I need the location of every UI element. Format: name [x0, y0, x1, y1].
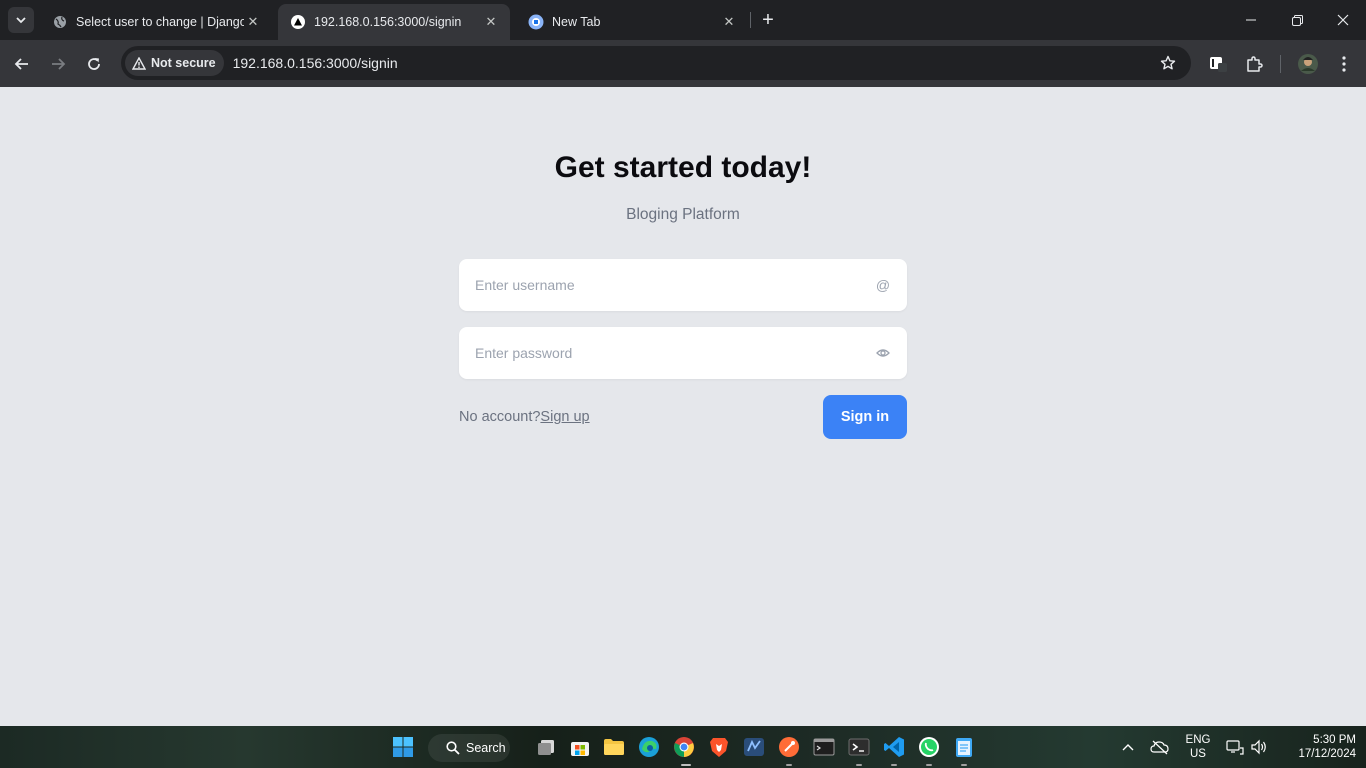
close-icon[interactable]: ✕ [720, 13, 738, 31]
reload-button[interactable] [81, 51, 107, 77]
tab-signin[interactable]: 192.168.0.156:3000/signin ✕ [278, 4, 510, 40]
page-subtitle: Bloging Platform [626, 206, 740, 223]
signup-link[interactable]: Sign up [540, 409, 589, 425]
tab-strip: Select user to change | Django site admi… [0, 0, 1366, 40]
taskbar-search[interactable]: Search [428, 734, 510, 762]
volume-icon[interactable] [1245, 733, 1273, 761]
browser-toolbar: Not secure 192.168.0.156:3000/signin [0, 40, 1366, 87]
puzzle-extensions-icon[interactable] [1241, 51, 1267, 77]
close-icon [1337, 14, 1349, 26]
vscode-icon[interactable] [880, 733, 908, 761]
tab-title: 192.168.0.156:3000/signin [314, 15, 462, 29]
running-indicator [891, 764, 897, 766]
reload-icon [88, 58, 100, 70]
password-field [459, 327, 907, 379]
language-indicator[interactable]: ENG US [1182, 733, 1214, 761]
postman-icon[interactable] [775, 733, 803, 761]
restore-button[interactable] [1274, 0, 1320, 40]
microsoft-store-icon[interactable] [566, 733, 594, 761]
url-text[interactable]: 192.168.0.156:3000/signin [233, 55, 1153, 71]
security-indicator[interactable]: Not secure [125, 50, 224, 76]
close-icon[interactable]: ✕ [482, 13, 500, 31]
vpn-app-icon[interactable] [740, 733, 768, 761]
warning-icon [132, 56, 146, 70]
tab-new-tab[interactable]: New Tab ✕ [516, 4, 748, 40]
clock-time: 5:30 PM [1313, 734, 1356, 746]
task-view-icon[interactable] [532, 733, 560, 761]
profile-avatar[interactable] [1295, 51, 1321, 77]
toolbar-divider [1280, 55, 1281, 73]
globe-icon [52, 14, 68, 30]
chrome-newtab-icon [528, 14, 544, 30]
security-label: Not secure [151, 56, 216, 70]
command-prompt-icon[interactable] [810, 733, 838, 761]
forward-button[interactable] [45, 51, 71, 77]
tab-divider [750, 12, 751, 28]
new-tab-button[interactable]: + [758, 9, 778, 31]
running-indicator [856, 764, 862, 766]
chrome-icon[interactable] [670, 733, 698, 761]
clock[interactable]: 5:30 PM 17/12/2024 [1276, 733, 1356, 761]
tab-search-button[interactable] [8, 7, 34, 33]
search-icon [446, 741, 460, 755]
whatsapp-icon[interactable] [915, 733, 943, 761]
tab-django-admin[interactable]: Select user to change | Django site admi… [40, 4, 272, 40]
restore-icon [1291, 14, 1303, 26]
tab-title: Select user to change | Django site admi… [76, 15, 244, 29]
kebab-menu-icon[interactable] [1331, 51, 1357, 77]
arrow-left-icon [14, 58, 28, 70]
search-label: Search [466, 741, 506, 755]
triangle-logo-icon [290, 14, 306, 30]
running-indicator [926, 764, 932, 766]
password-input[interactable] [459, 327, 907, 379]
username-input[interactable] [459, 259, 907, 311]
close-window-button[interactable] [1320, 0, 1366, 40]
running-indicator [786, 764, 792, 766]
windows-start-icon[interactable] [389, 733, 417, 761]
minimize-icon [1246, 19, 1256, 21]
edge-browser-icon[interactable] [635, 733, 663, 761]
page-title: Get started today! [554, 151, 812, 184]
language-line1: ENG [1185, 734, 1211, 746]
brave-browser-icon[interactable] [705, 733, 733, 761]
signin-button[interactable]: Sign in [823, 395, 907, 439]
chevron-down-icon [16, 17, 26, 24]
windows-taskbar: Search ENG US 5:30 PM 17/12/2024 [0, 726, 1366, 768]
file-explorer-icon[interactable] [600, 733, 628, 761]
notepad-icon[interactable] [950, 733, 978, 761]
address-bar[interactable]: Not secure 192.168.0.156:3000/signin [121, 46, 1191, 80]
clock-date: 17/12/2024 [1298, 748, 1356, 760]
no-account-text: No account? [459, 409, 541, 425]
arrow-right-icon [52, 58, 66, 70]
running-indicator [961, 764, 967, 766]
username-field: @ [459, 259, 907, 311]
at-sign-icon: @ [875, 277, 891, 293]
chevron-up-icon[interactable] [1114, 733, 1142, 761]
no-account-prompt: No account?Sign up [459, 409, 590, 425]
minimize-button[interactable] [1228, 0, 1274, 40]
onedrive-offline-icon[interactable] [1146, 733, 1174, 761]
running-indicator [681, 764, 691, 766]
extension-pinned-icon[interactable] [1205, 51, 1231, 77]
close-icon[interactable]: ✕ [244, 13, 262, 31]
signin-page: Get started today! Bloging Platform @ No… [0, 87, 1366, 726]
terminal-icon[interactable] [845, 733, 873, 761]
eye-icon[interactable] [875, 345, 891, 361]
bookmark-star-icon[interactable] [1153, 48, 1183, 78]
back-button[interactable] [9, 51, 35, 77]
tab-title: New Tab [552, 15, 601, 29]
language-line2: US [1190, 748, 1206, 760]
